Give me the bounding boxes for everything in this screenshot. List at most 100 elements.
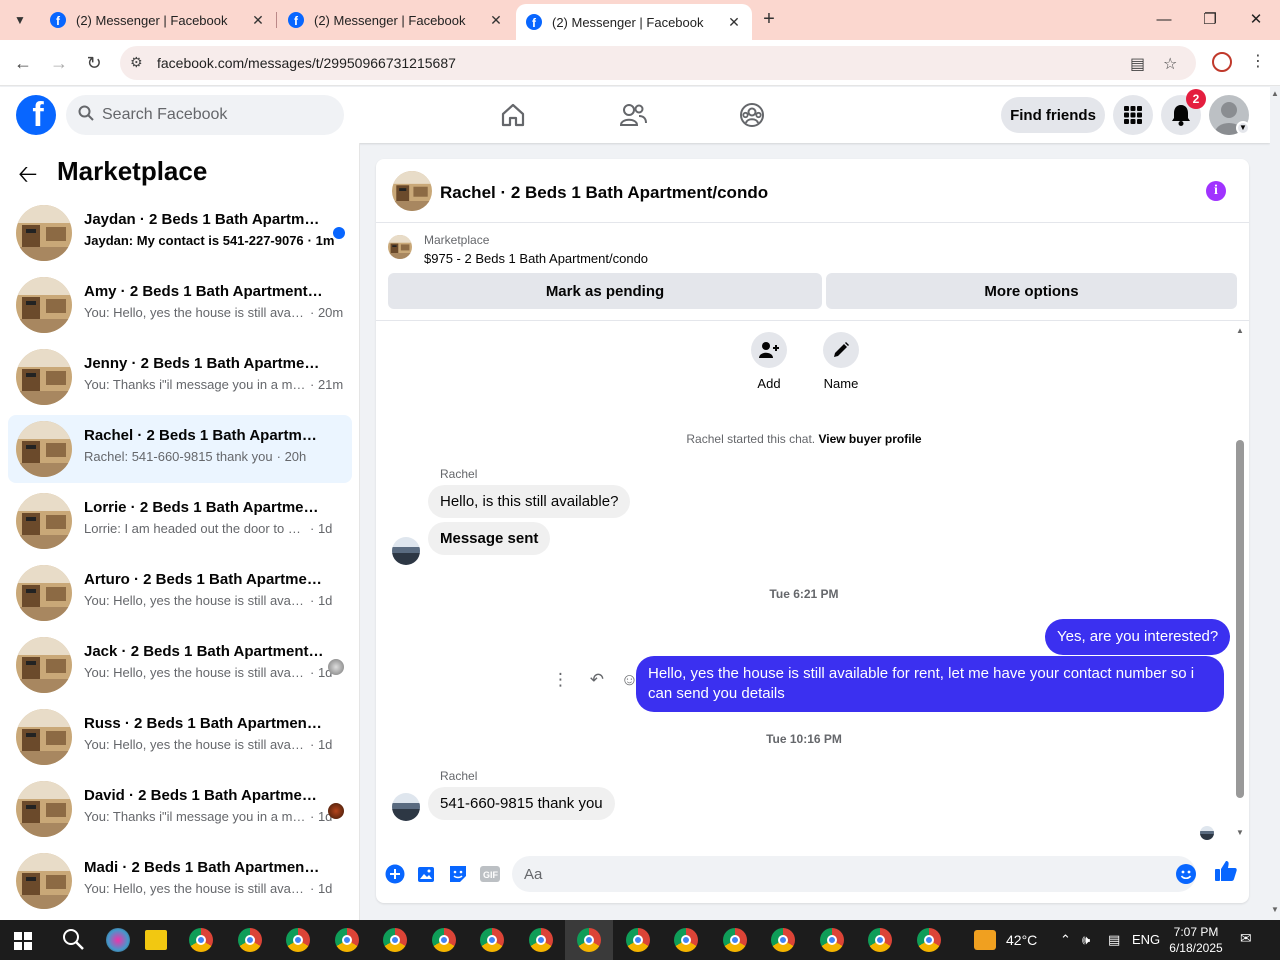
incoming-message[interactable]: Message sent <box>428 522 551 555</box>
view-buyer-profile-link[interactable]: View buyer profile <box>818 432 921 446</box>
conversation-item[interactable]: Russ · 2 Beds 1 Bath Apartment/condo You:… <box>8 703 352 771</box>
scroll-thumb[interactable] <box>1236 440 1244 798</box>
weather-icon[interactable] <box>974 930 996 950</box>
friends-icon[interactable] <box>617 99 649 131</box>
reply-icon[interactable]: ↶ <box>590 670 604 689</box>
scroll-down-icon[interactable]: ▼ <box>1236 828 1244 837</box>
page-scroll-up-icon[interactable]: ▲ <box>1271 89 1279 98</box>
browser-tab-2[interactable]: f (2) Messenger | Facebook ✕ <box>278 0 514 40</box>
menu-grid-icon[interactable] <box>1113 95 1153 135</box>
network-icon[interactable]: ▤ <box>1108 932 1120 948</box>
plus-circle-icon[interactable] <box>384 863 406 885</box>
language-indicator[interactable]: ENG <box>1132 932 1160 947</box>
chrome-taskbar-icon[interactable] <box>674 928 698 952</box>
find-friends-button[interactable]: Find friends <box>1001 97 1105 133</box>
weather-temperature[interactable]: 42°C <box>1006 932 1037 948</box>
conversation-item[interactable]: Arturo · 2 Beds 1 Bath Apartment/condo Yo… <box>8 559 352 627</box>
facebook-search[interactable] <box>66 95 344 135</box>
groups-icon[interactable] <box>736 99 768 131</box>
install-app-icon[interactable]: ▤ <box>1130 54 1145 74</box>
gif-icon[interactable]: GIF <box>479 863 501 885</box>
listing-price[interactable]: $975 - 2 Beds 1 Bath Apartment/condo <box>424 251 648 266</box>
chrome-taskbar-icon[interactable] <box>722 928 747 952</box>
new-tab-icon[interactable]: + <box>758 8 780 32</box>
conversation-item[interactable]: Madi · 2 Beds 1 Bath Apartment/condo You:… <box>8 847 352 915</box>
add-action[interactable]: Add <box>739 332 799 391</box>
chrome-taskbar-icon[interactable] <box>383 928 407 952</box>
conversation-item[interactable]: Amy · 2 Beds 1 Bath Apartment/condo You: … <box>8 271 352 339</box>
mark-as-pending-button[interactable]: Mark as pending <box>388 273 822 309</box>
back-icon[interactable]: ← <box>10 50 36 76</box>
taskbar-clock[interactable]: 7:07 PM 6/18/2025 <box>1166 924 1226 956</box>
conversation-item[interactable]: Lorrie · 2 Beds 1 Bath Apartment/condo Lo… <box>8 487 352 555</box>
page-scrollbar[interactable]: ▲ ▼ <box>1270 87 1280 920</box>
restore-icon[interactable]: ❐ <box>1196 6 1224 34</box>
chrome-taskbar-icon[interactable] <box>819 928 844 952</box>
conversation-item[interactable]: Jack · 2 Beds 1 Bath Apartment/condo You:… <box>8 631 352 699</box>
thumbs-up-icon[interactable] <box>1214 859 1238 889</box>
search-input[interactable] <box>102 106 322 124</box>
window-close-icon[interactable]: ✕ <box>1242 6 1270 34</box>
browser-tab-1[interactable]: f (2) Messenger | Facebook ✕ <box>40 0 276 40</box>
chrome-taskbar-icon[interactable] <box>916 928 941 952</box>
tab-close-icon[interactable]: ✕ <box>250 12 266 29</box>
site-info-icon[interactable]: ⚙ <box>130 54 143 71</box>
chrome-taskbar-icon[interactable] <box>528 928 553 952</box>
browser-tab-3-active[interactable]: f (2) Messenger | Facebook ✕ <box>516 4 752 40</box>
scroll-up-icon[interactable]: ▲ <box>1236 326 1244 335</box>
taskbar-notes-icon[interactable] <box>145 930 167 950</box>
tab-close-icon[interactable]: ✕ <box>726 14 742 31</box>
photo-icon[interactable] <box>416 863 438 885</box>
thread-scrollbar[interactable]: ▲ ▼ <box>1234 322 1246 842</box>
back-arrow-icon[interactable]: 🡠 <box>18 157 37 198</box>
message-input[interactable] <box>512 856 1196 892</box>
chevron-down-icon[interactable]: ▼ <box>1236 121 1250 135</box>
chrome-taskbar-icon[interactable] <box>771 928 795 952</box>
incoming-message[interactable]: Hello, is this still available? <box>428 485 631 518</box>
chrome-taskbar-icon[interactable] <box>189 928 213 952</box>
name-action[interactable]: Name <box>811 332 871 391</box>
chrome-taskbar-icon[interactable] <box>286 928 310 952</box>
tab-close-icon[interactable]: ✕ <box>488 12 504 29</box>
outgoing-message[interactable]: Hello, yes the house is still available … <box>636 656 1224 712</box>
home-icon[interactable] <box>497 99 529 131</box>
conversation-item[interactable]: Jaydan · 2 Beds 1 Bath Apartment/condo Ja… <box>8 199 352 267</box>
chrome-taskbar-icon[interactable] <box>577 928 601 952</box>
page-scroll-down-icon[interactable]: ▼ <box>1271 905 1279 914</box>
conversation-item[interactable]: Jenny · 2 Beds 1 Bath Apartment/condo You… <box>8 343 352 411</box>
facebook-logo-icon[interactable]: f <box>16 95 56 135</box>
tab-search-icon[interactable]: ▼ <box>8 8 32 32</box>
chrome-menu-icon[interactable]: ⋮ <box>1250 51 1266 71</box>
chrome-taskbar-icon[interactable] <box>480 928 504 952</box>
windows-start-icon[interactable] <box>14 932 32 950</box>
emoji-icon[interactable] <box>1176 864 1196 884</box>
chrome-taskbar-icon[interactable] <box>625 928 650 952</box>
address-bar[interactable]: ⚙ facebook.com/messages/t/29950966731215… <box>120 46 1196 80</box>
sender-avatar[interactable] <box>392 793 420 821</box>
chrome-taskbar-icon[interactable] <box>431 928 456 952</box>
chrome-profile-icon[interactable] <box>1212 52 1232 72</box>
reload-icon[interactable]: ↻ <box>81 50 107 76</box>
chat-title[interactable]: Rachel · 2 Beds 1 Bath Apartment/condo <box>440 183 768 203</box>
sticker-icon[interactable] <box>447 863 469 885</box>
more-actions-icon[interactable]: ⋮ <box>552 670 569 689</box>
conversation-item[interactable]: Rachel · 2 Beds 1 Bath Apartment/condo Ra… <box>8 415 352 483</box>
volume-icon[interactable]: 🕪 <box>1082 932 1090 948</box>
tray-chevron-icon[interactable]: ⌃ <box>1060 932 1071 948</box>
chrome-taskbar-icon[interactable] <box>334 928 359 952</box>
info-icon[interactable]: i <box>1206 181 1226 201</box>
bookmark-star-icon[interactable]: ☆ <box>1163 54 1177 74</box>
sender-avatar[interactable] <box>392 537 420 565</box>
more-options-button[interactable]: More options <box>826 273 1237 309</box>
chrome-taskbar-icon[interactable] <box>868 928 892 952</box>
taskbar-search-icon[interactable] <box>62 928 84 956</box>
listing-thumbnail[interactable] <box>392 171 432 211</box>
chrome-taskbar-icon[interactable] <box>237 928 262 952</box>
notification-center-icon[interactable]: ✉ <box>1240 930 1252 947</box>
outgoing-message[interactable]: Yes, are you interested? <box>1045 619 1231 655</box>
forward-icon[interactable]: → <box>46 50 72 76</box>
incoming-message[interactable]: 541-660-9815 thank you <box>428 787 615 820</box>
taskbar-app-icon[interactable] <box>106 928 130 952</box>
minimize-icon[interactable]: — <box>1150 6 1178 34</box>
conversation-item[interactable]: David · 2 Beds 1 Bath Apartment/condo You… <box>8 775 352 843</box>
